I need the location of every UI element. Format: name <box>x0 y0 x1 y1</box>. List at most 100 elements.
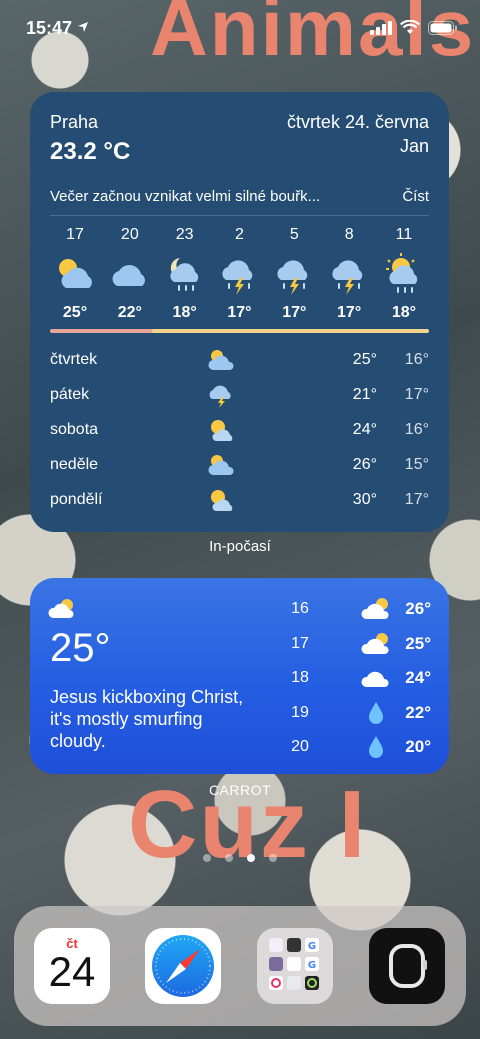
page-dot[interactable] <box>203 854 211 862</box>
dock: čt 24 G G <box>14 906 466 1026</box>
daily-row: čtvrtek 25° 16° <box>50 342 429 377</box>
day-name: neděle <box>50 455 99 473</box>
day-low: 16° <box>404 350 429 368</box>
hourly-item: 11 18° <box>377 226 431 322</box>
carrot-widget-label: CARROT <box>208 782 272 798</box>
cloud-icon <box>112 265 145 286</box>
hour-temp: 17° <box>227 304 252 321</box>
hour-label: 2 <box>235 226 244 243</box>
folder-grid-icon: G G <box>269 938 319 990</box>
hour-temp: 20° <box>405 737 431 757</box>
cellular-signal-icon <box>370 20 392 35</box>
hour-temp: 26° <box>405 599 431 619</box>
read-more-link[interactable]: Číst <box>402 188 429 205</box>
daily-forecast: čtvrtek 25° 16° pátek 21° 17° sobota 24°… <box>50 342 429 517</box>
day-high: 24° <box>352 420 377 438</box>
hour-label: 17 <box>66 226 84 243</box>
weather-quote: Jesus kickboxing Christ, it's mostly smu… <box>50 687 244 751</box>
daily-row: pátek 21° 17° <box>50 377 429 412</box>
hour-label: 5 <box>289 226 299 243</box>
daily-row: pondělí 30° 17° <box>50 482 429 517</box>
thunderstorm-icon <box>209 385 231 408</box>
sun-cloud-icon <box>211 420 233 441</box>
current-temperature: 23.2 °C <box>50 138 131 165</box>
hour-label: 19 <box>291 703 309 721</box>
hourly-row: 18 24° <box>280 661 431 696</box>
hourly-item: 20 22° <box>103 226 157 322</box>
svg-text:G: G <box>308 941 316 952</box>
city-name: Praha <box>50 112 99 132</box>
hour-temp: 25° <box>405 633 431 653</box>
cloud-icon <box>361 671 389 687</box>
current-temperature: 25° <box>50 626 111 670</box>
hourly-item: 2 17° <box>212 226 266 322</box>
day-high: 30° <box>352 490 377 508</box>
hour-label: 23 <box>175 226 194 243</box>
day-low: 15° <box>404 455 429 473</box>
hour-temp: 18° <box>172 304 197 321</box>
hourly-row: 19 22° <box>280 696 431 731</box>
wifi-icon <box>400 20 420 34</box>
day-name: čtvrtek <box>50 350 98 368</box>
page-dot[interactable] <box>269 854 277 862</box>
hour-label: 16 <box>291 600 309 618</box>
hour-temp: 17° <box>282 304 307 321</box>
hourly-forecast: 16 26° 17 25° 18 24° 19 22° 20 20° <box>280 592 431 765</box>
cloud-sun-icon <box>208 350 234 370</box>
cloud-sun-icon <box>59 259 92 288</box>
safari-app[interactable] <box>145 928 221 1004</box>
hourly-row: 17 25° <box>280 627 431 662</box>
hour-label: 11 <box>395 226 413 243</box>
sun-cloud-icon <box>211 490 233 511</box>
temperature-bar <box>50 329 429 333</box>
watch-app[interactable] <box>369 928 445 1004</box>
svg-text:G: G <box>308 960 316 971</box>
day-high: 25° <box>352 350 377 368</box>
day-low: 17° <box>404 385 429 403</box>
cloud-sun-icon <box>208 455 234 475</box>
hour-label: 20 <box>120 226 139 243</box>
battery-icon <box>428 20 457 35</box>
hour-label: 18 <box>291 669 309 687</box>
hourly-row: 16 26° <box>280 592 431 627</box>
calendar-app[interactable]: čt 24 <box>34 928 110 1004</box>
weather-widget[interactable]: Praha 23.2 °C čtvrtek 24. června Jan Več… <box>30 92 449 532</box>
cloud-sun-icon <box>48 599 74 618</box>
cloud-sun-icon <box>361 598 389 619</box>
hour-label: 8 <box>344 226 354 243</box>
page-indicator[interactable] <box>0 854 480 862</box>
daily-row: sobota 24° 16° <box>50 412 429 447</box>
divider <box>50 215 429 216</box>
hour-temp: 18° <box>391 304 417 321</box>
hourly-item: 17 25° <box>48 226 102 322</box>
sun-rain-icon <box>385 253 418 293</box>
raindrop-icon <box>369 736 383 758</box>
hourly-forecast: 17 25° 20 22° 23 18° 2 17° 5 17° 8 17° 1… <box>48 226 431 322</box>
page-dot-active[interactable] <box>247 854 255 862</box>
thunderstorm-icon <box>332 260 363 295</box>
hourly-item: 5 17° <box>267 226 321 322</box>
day-name: pondělí <box>50 490 103 508</box>
forecast-summary: Večer začnou vznikat velmi silné bouřk..… <box>50 188 321 205</box>
thunderstorm-icon <box>277 260 308 295</box>
status-bar: 15:47 <box>0 14 480 44</box>
day-high: 26° <box>352 455 377 473</box>
thunderstorm-icon <box>222 260 253 295</box>
raindrop-icon <box>369 701 383 724</box>
cloud-moon-rain-icon <box>170 258 198 291</box>
carrot-widget[interactable]: 25° Jesus kickboxing Christ, it's mostly… <box>30 578 449 774</box>
hourly-row: 20 20° <box>280 730 431 765</box>
hour-temp: 22° <box>405 702 431 722</box>
compass-icon <box>152 935 214 997</box>
hour-temp: 24° <box>405 668 431 688</box>
name-day: Jan <box>399 136 429 156</box>
day-low: 16° <box>404 420 429 438</box>
page-dot[interactable] <box>225 854 233 862</box>
day-low: 17° <box>404 490 429 508</box>
app-folder[interactable]: G G <box>257 928 333 1004</box>
location-arrow-icon <box>78 22 89 32</box>
day-high: 21° <box>352 385 377 403</box>
weather-widget-label: In-počasí <box>209 538 271 555</box>
day-name: pátek <box>50 385 90 403</box>
hourly-item: 8 17° <box>322 226 376 322</box>
